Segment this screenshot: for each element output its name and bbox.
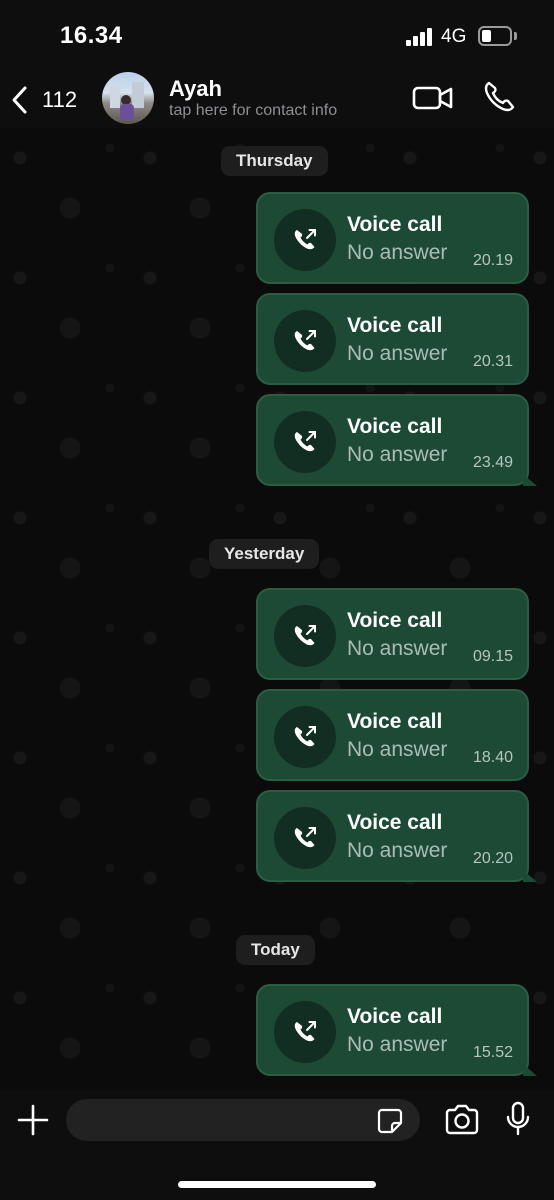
back-unread-count: 112 [42,87,78,112]
call-status: No answer [347,839,448,862]
call-time: 15.52 [472,1044,513,1061]
call-time: 20.19 [472,252,513,269]
phone-call-icon[interactable] [482,80,516,114]
battery-cap [514,32,517,40]
back-button[interactable]: 112 [10,80,90,120]
sticker-icon[interactable] [377,1108,403,1134]
missed-call-bubble[interactable]: Voice call No answer 18.40 [256,689,529,781]
status-time: 16.34 [60,22,123,49]
call-type: Voice call [347,710,443,733]
network-type: 4G [441,26,467,47]
plus-icon[interactable] [17,1104,49,1136]
avatar[interactable] [102,72,154,124]
call-status: No answer [347,342,448,365]
call-type: Voice call [347,213,443,236]
call-status: No answer [347,241,448,264]
call-type: Voice call [347,314,443,337]
date-separator: Today [236,935,315,965]
date-separator: Thursday [221,146,328,176]
call-type: Voice call [347,609,443,632]
date-separator: Yesterday [209,539,320,569]
contact-info-hint[interactable]: tap here for contact info [169,102,337,120]
message-input[interactable] [66,1099,420,1141]
call-status: No answer [347,443,448,466]
contact-name[interactable]: Ayah [169,76,222,102]
missed-call-bubble[interactable]: Voice call No answer 15.52 [256,984,537,1076]
outgoing-call-icon [274,411,336,473]
chat-header: 112 Ayah tap here for contact info [0,72,554,128]
call-time: 18.40 [472,749,513,766]
missed-call-bubble[interactable]: Voice call No answer 20.19 [256,192,529,284]
microphone-icon[interactable] [505,1101,531,1137]
battery-icon [478,26,512,46]
call-status: No answer [347,1033,448,1056]
call-time: 20.20 [472,850,513,867]
call-time: 20.31 [472,353,513,370]
outgoing-call-icon [274,1001,336,1063]
outgoing-call-icon [274,209,336,271]
call-type: Voice call [347,811,443,834]
call-type: Voice call [347,415,443,438]
chevron-left-icon [12,86,27,114]
call-time: 09.15 [472,648,513,665]
call-time: 23.49 [472,454,513,471]
missed-call-bubble[interactable]: Voice call No answer 20.31 [256,293,529,385]
missed-call-bubble[interactable]: Voice call No answer 23.49 [256,394,537,486]
outgoing-call-icon [274,807,336,869]
outgoing-call-icon [274,310,336,372]
missed-call-bubble[interactable]: Voice call No answer 20.20 [256,790,537,882]
home-indicator[interactable] [178,1181,376,1188]
outgoing-call-icon [274,706,336,768]
camera-icon[interactable] [444,1104,480,1136]
chat-messages[interactable]: Thursday Voice call No answer 20.19 Voic… [0,128,554,1090]
video-call-icon[interactable] [412,82,454,114]
missed-call-bubble[interactable]: Voice call No answer 09.15 [256,588,529,680]
call-status: No answer [347,637,448,660]
outgoing-call-icon [274,605,336,667]
call-type: Voice call [347,1005,443,1028]
signal-icon [406,28,434,46]
call-status: No answer [347,738,448,761]
status-bar: 16.34 4G [0,0,554,72]
